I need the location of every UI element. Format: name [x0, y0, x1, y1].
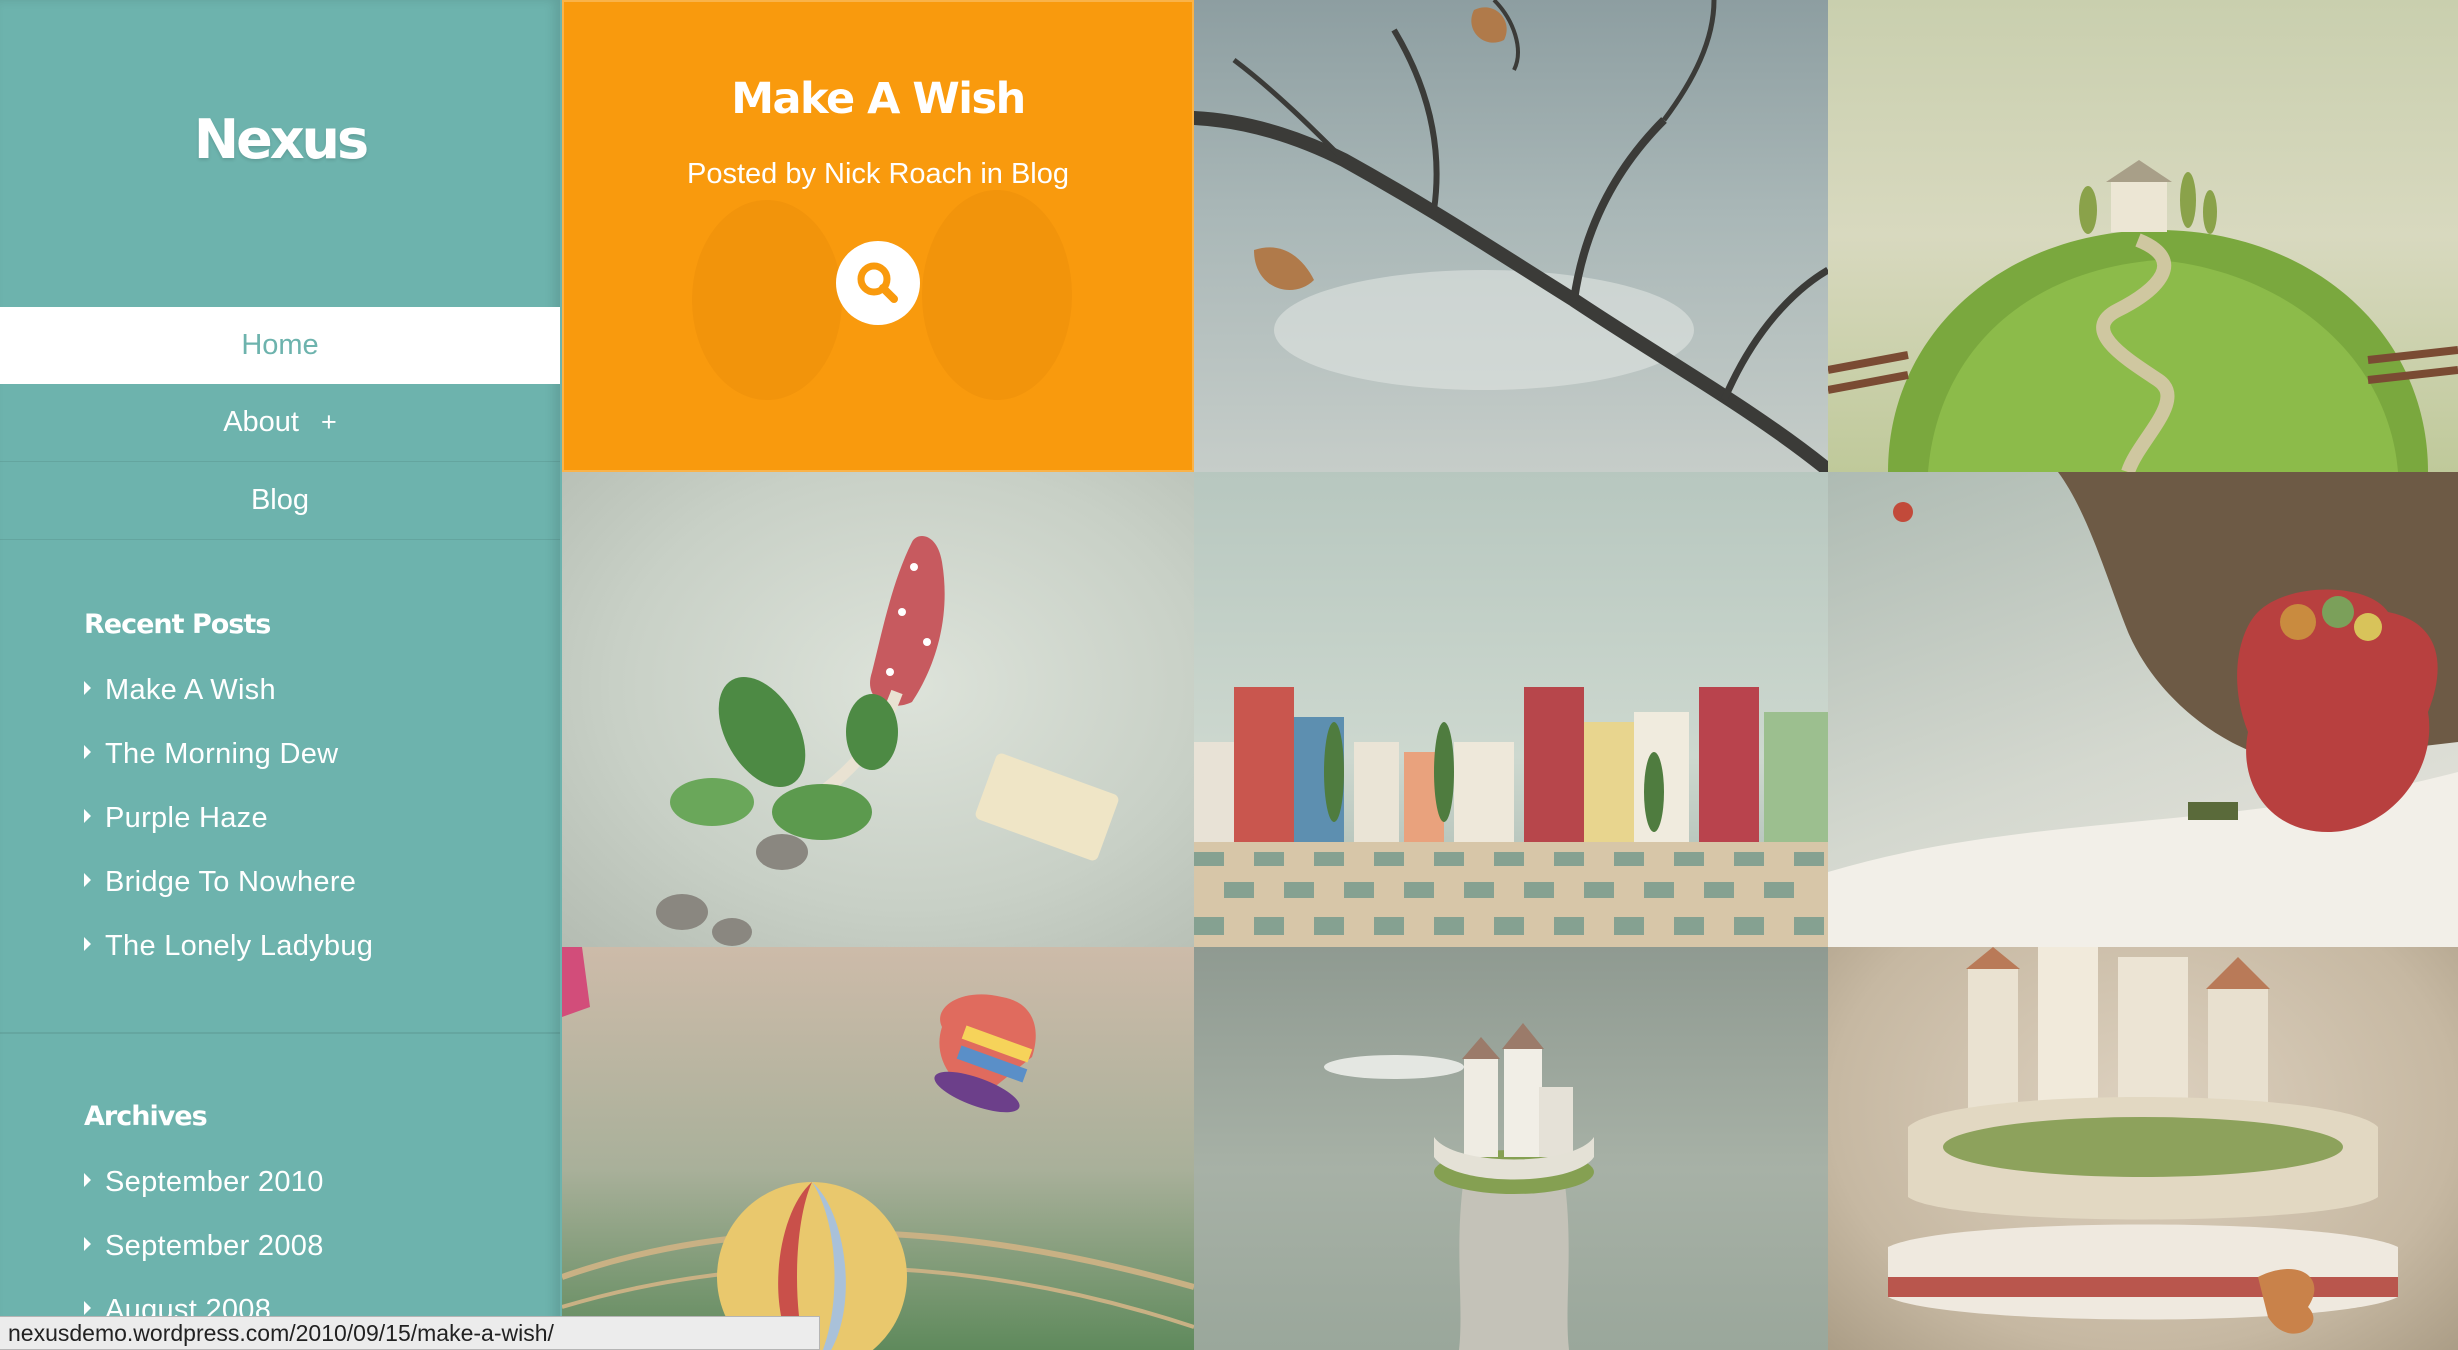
recent-post-link[interactable]: Bridge To Nowhere — [84, 860, 373, 924]
recent-post-link[interactable]: The Morning Dew — [84, 732, 373, 796]
caret-right-icon — [84, 1173, 91, 1188]
search-icon — [857, 262, 898, 303]
post-thumbnail-hat-ball[interactable] — [562, 947, 1194, 1350]
nav-item-label: About — [223, 406, 299, 438]
post-thumbnail-snow-sack[interactable] — [1828, 472, 2458, 947]
caret-right-icon — [84, 1301, 91, 1316]
mushroom-image — [656, 536, 1119, 946]
caret-right-icon — [84, 1237, 91, 1252]
expand-plus-icon[interactable]: + — [321, 407, 337, 437]
post-thumbnail-tree-branch[interactable] — [1194, 0, 1828, 472]
featured-post-tile[interactable]: Make A Wish Posted by Nick Roach in Blog — [562, 0, 1194, 472]
nav-item-label: Home — [241, 329, 319, 361]
ghost-illustration — [922, 190, 1072, 400]
zoom-button[interactable] — [836, 241, 920, 325]
ghost-illustration — [692, 200, 842, 400]
main-nav: Home About + Blog — [0, 307, 560, 540]
site-title[interactable]: Nexus — [0, 108, 560, 171]
sidebar: Nexus Home About + Blog Recent Posts Make… — [0, 0, 560, 1350]
caret-right-icon — [84, 937, 91, 952]
nav-item-blog[interactable]: Blog — [0, 462, 560, 540]
archive-link[interactable]: September 2008 — [84, 1224, 324, 1288]
post-thumbnail-green-hill[interactable] — [1828, 0, 2458, 472]
caret-right-icon — [84, 681, 91, 696]
nav-item-label: Blog — [250, 484, 310, 516]
tower-image — [1324, 1023, 1594, 1350]
snow-sack-image — [1828, 472, 2458, 947]
caret-right-icon — [84, 809, 91, 824]
post-thumbnail-town[interactable] — [1194, 472, 1828, 947]
status-bar-url: nexusdemo.wordpress.com/2010/09/15/make-… — [0, 1316, 820, 1350]
archive-link[interactable]: September 2010 — [84, 1160, 324, 1224]
green-hill-image — [1828, 160, 2458, 472]
post-thumbnail-tower[interactable] — [1194, 947, 1828, 1350]
town-image — [1194, 687, 1828, 947]
recent-posts-title: Recent Posts — [84, 609, 271, 640]
post-title[interactable]: Make A Wish — [562, 74, 1194, 124]
recent-post-link[interactable]: Make A Wish — [84, 668, 373, 732]
tree-branch-image — [1194, 0, 1828, 472]
nav-item-home[interactable]: Home — [0, 307, 560, 384]
post-thumbnail-mushroom[interactable] — [562, 472, 1194, 947]
recent-posts-list: Make A Wish The Morning Dew Purple Haze … — [84, 668, 373, 988]
nav-item-about[interactable]: About + — [0, 384, 560, 462]
hat-and-ball-image — [562, 947, 1194, 1350]
castle-cake-image — [1888, 947, 2398, 1334]
recent-post-link[interactable]: The Lonely Ladybug — [84, 924, 373, 988]
caret-right-icon — [84, 873, 91, 888]
archives-title: Archives — [84, 1101, 208, 1132]
widget-divider — [0, 1032, 560, 1034]
recent-post-link[interactable]: Purple Haze — [84, 796, 373, 860]
post-meta: Posted by Nick Roach in Blog — [686, 158, 1070, 190]
post-thumbnail-castle-cake[interactable] — [1828, 947, 2458, 1350]
caret-right-icon — [84, 745, 91, 760]
